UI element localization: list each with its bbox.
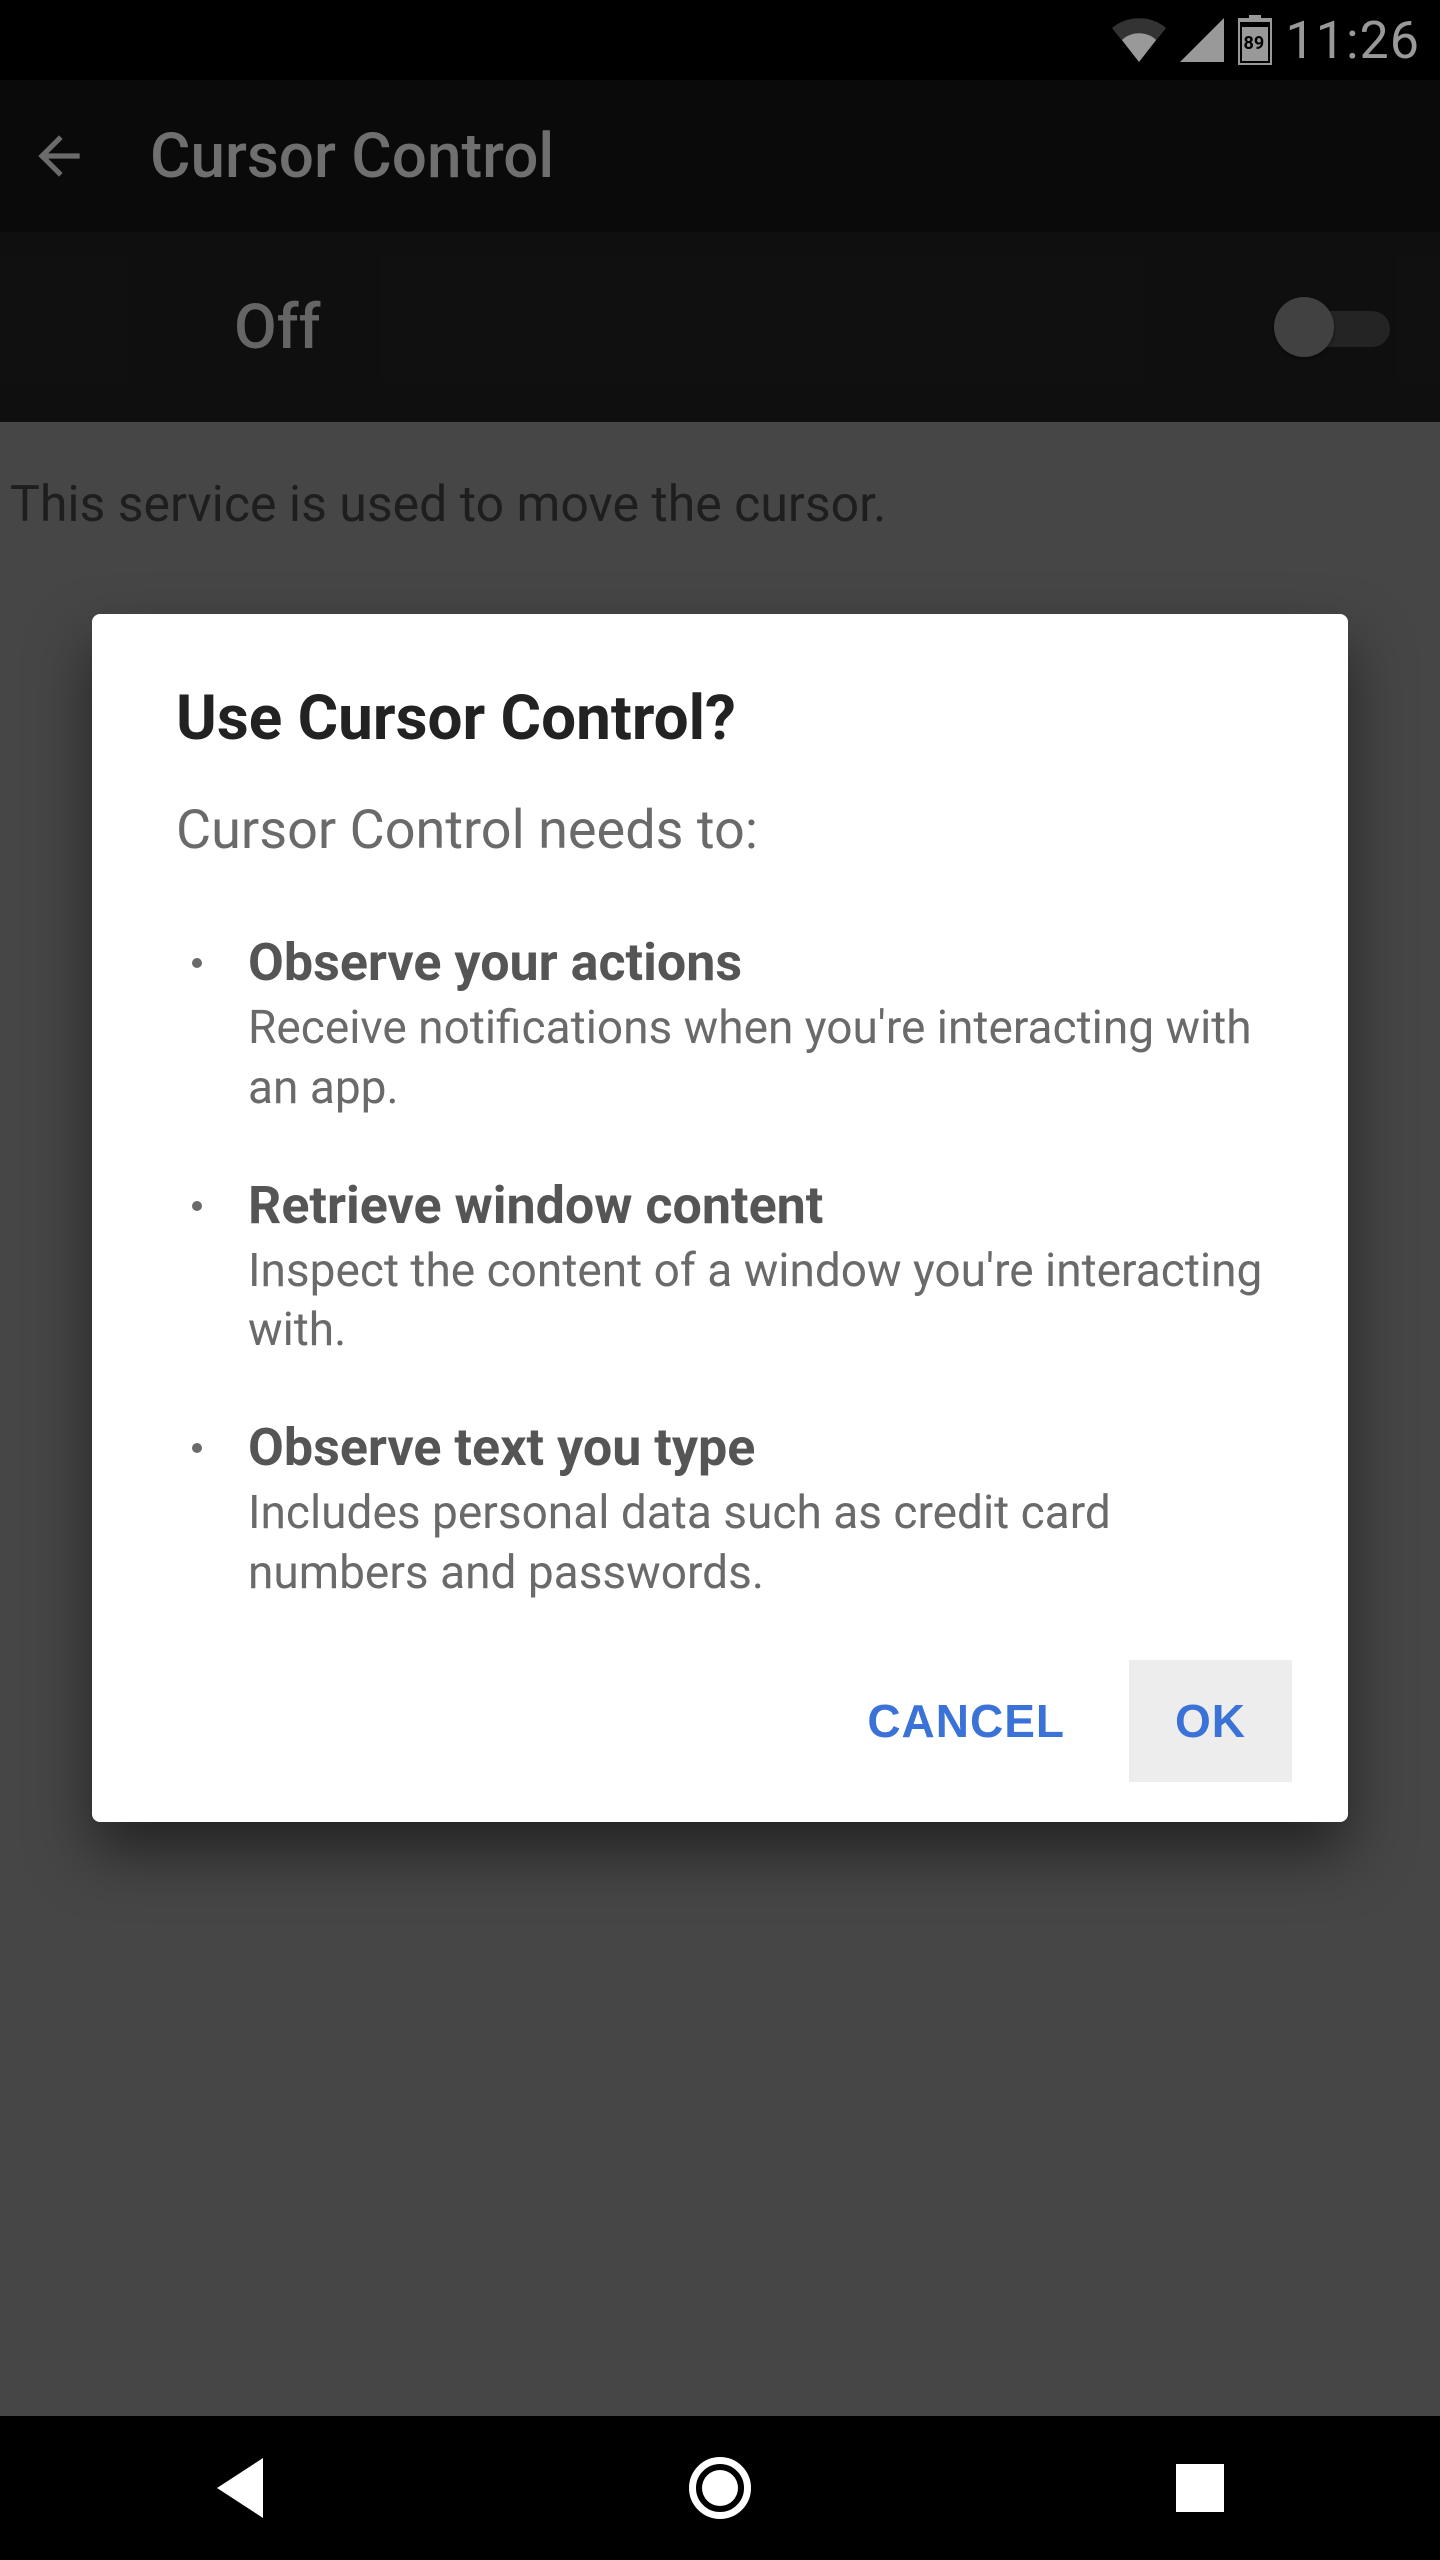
permission-item: Observe your actions Receive notificatio… [192,932,1284,1119]
nav-recent-button[interactable] [1164,2452,1236,2524]
permission-dialog: Use Cursor Control? Cursor Control needs… [92,614,1348,1822]
permission-desc: Includes personal data such as credit ca… [248,1484,1284,1604]
bullet-icon [192,958,202,968]
permission-item: Observe text you type Includes personal … [192,1417,1284,1604]
bullet-icon [192,1443,202,1453]
permission-title: Observe your actions [248,932,1284,993]
permission-item: Retrieve window content Inspect the cont… [192,1175,1284,1362]
nav-back-button[interactable] [204,2452,276,2524]
dialog-actions: CANCEL OK [176,1660,1292,1782]
nav-home-button[interactable] [684,2452,756,2524]
dialog-title: Use Cursor Control? [176,682,1292,755]
permission-desc: Inspect the content of a window you're i… [248,1242,1284,1362]
permission-title: Retrieve window content [248,1175,1284,1236]
dialog-subtitle: Cursor Control needs to: [176,799,1292,862]
bullet-icon [192,1201,202,1211]
permission-title: Observe text you type [248,1417,1284,1478]
permission-desc: Receive notifications when you're intera… [248,999,1284,1119]
permission-list: Observe your actions Receive notificatio… [176,932,1292,1604]
ok-button[interactable]: OK [1129,1660,1292,1782]
navigation-bar [0,2416,1440,2560]
cancel-button[interactable]: CANCEL [821,1660,1111,1782]
